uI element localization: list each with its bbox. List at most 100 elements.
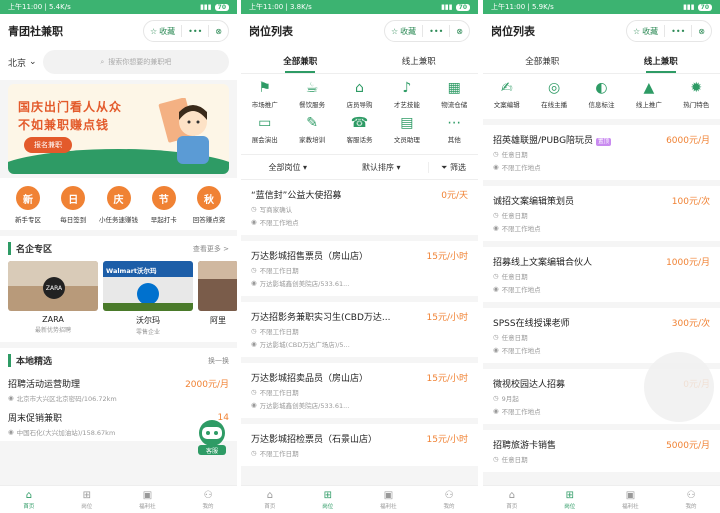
clock-icon: ◷: [493, 455, 499, 463]
customer-service-button[interactable]: 客服: [195, 418, 229, 456]
job-list: 招英雄联盟/PUBG陪玩员 置顶 6000元/月 ◷ 任意日期 ◉ 不限工作地点 诚招文案编…: [483, 125, 720, 478]
tab-all-jobs[interactable]: 全部兼职: [241, 48, 360, 73]
tab-welfare[interactable]: ▣ 福利社: [380, 490, 397, 510]
page-title: 青团社兼职: [8, 25, 63, 38]
banner-signup-button[interactable]: 报名兼职: [24, 137, 72, 153]
category-hot[interactable]: ✹ 热门特色: [673, 80, 720, 109]
job-row[interactable]: 万达影城招检票员（石景山店） 15元/小时 ◷ 不限工作日期: [241, 424, 478, 472]
category-store[interactable]: ⌂ 店员导购: [336, 80, 383, 109]
brand-card-zara[interactable]: ZARA ZARA 最新优势招聘: [8, 261, 98, 336]
job-row[interactable]: 招聘旅游卡销售 5000元/月 ◷ 任意日期: [483, 430, 720, 478]
page-title: 岗位列表: [491, 25, 535, 38]
category-show[interactable]: ▭ 展会演出: [241, 115, 288, 144]
filter-screen-button[interactable]: ⏷ 筛选: [428, 161, 478, 173]
job-title: 万达影城招售票员（房山店）: [251, 252, 369, 262]
category-tutor[interactable]: ✎ 家教培训: [288, 115, 335, 144]
category-anchor[interactable]: ◎ 在线主播: [530, 80, 577, 109]
brand-card-ali[interactable]: 阿里: [198, 261, 237, 336]
mini-program-capsule: ☆ 收藏 ••• ⊗: [625, 20, 712, 42]
category-copywriting[interactable]: ✍ 文案编辑: [483, 80, 530, 109]
tab-welfare[interactable]: ▣ 福利社: [139, 490, 156, 510]
category-logistics[interactable]: ▦ 物流仓储: [431, 80, 478, 109]
filter-sort[interactable]: 默认排序 ▾: [335, 162, 429, 173]
close-icon[interactable]: ⊗: [450, 21, 469, 41]
more-button[interactable]: •••: [182, 21, 208, 41]
category-other[interactable]: ⋯ 其他: [431, 115, 478, 144]
zara-logo: ZARA: [43, 277, 65, 299]
category-item[interactable]: 日每日签到: [51, 186, 95, 224]
tab-mine[interactable]: ⚇ 我的: [444, 490, 455, 510]
more-button[interactable]: •••: [665, 21, 691, 41]
job-row[interactable]: 招英雄联盟/PUBG陪玩员 置顶 6000元/月 ◷ 任意日期 ◉ 不限工作地点: [483, 125, 720, 186]
more-button[interactable]: •••: [423, 21, 449, 41]
category-food[interactable]: ☕ 餐饮服务: [288, 80, 335, 109]
job-row[interactable]: 招募线上文案编辑合伙人 1000元/月 ◷ 任意日期 ◉ 不限工作地点: [483, 247, 720, 308]
category-market[interactable]: ⚑ 市场推广: [241, 80, 288, 109]
category-item[interactable]: 庆小任务速赚钱: [97, 186, 141, 224]
tab-home[interactable]: ⌂ 首页: [23, 490, 34, 510]
tab-jobs[interactable]: ⊞ 岗位: [81, 490, 92, 510]
tab-all-jobs[interactable]: 全部兼职: [483, 48, 602, 73]
tab-welfare[interactable]: ▣ 福利社: [622, 490, 639, 510]
job-salary: 100元/次: [671, 197, 710, 207]
tab-online-jobs[interactable]: 线上兼职: [602, 48, 720, 73]
category-service[interactable]: ☎ 客服话务: [336, 115, 383, 144]
clock-icon: ◷: [251, 449, 257, 457]
label-icon: ◐: [595, 80, 608, 96]
signal-icon: ▮▮▮: [683, 3, 695, 11]
list-item[interactable]: 招聘活动运营助理 2000元/月 ◉ 北京市大兴区北京密码/106.72km: [0, 373, 237, 407]
brand-more-link[interactable]: 查看更多 >: [193, 244, 229, 254]
tab-jobs[interactable]: ⊞ 岗位: [322, 490, 333, 510]
collect-button[interactable]: ☆ 收藏: [144, 21, 181, 41]
status-time: 上午11:00: [8, 3, 43, 11]
collect-button[interactable]: ☆ 收藏: [627, 21, 664, 41]
bag-icon: ▣: [625, 489, 636, 501]
user-icon: ⚇: [444, 489, 454, 501]
job-row[interactable]: 万达影城招售票员（房山店） 15元/小时 ◷ 不限工作日期 ◉ 万达影城鑫创美院店/53…: [241, 241, 478, 302]
job-row[interactable]: 万达招影务兼职实习生(CBD万达... 15元/小时 ◷ 不限工作日期 ◉ 万达影城(C…: [241, 302, 478, 363]
category-label[interactable]: ◐ 信息标注: [578, 80, 625, 109]
close-icon[interactable]: ⊗: [209, 21, 228, 41]
brand-card-walmart[interactable]: Walmart沃尔玛 沃尔玛 零售企业: [103, 261, 193, 336]
category-item[interactable]: 新新手专区: [6, 186, 50, 224]
banner-illustration: [158, 98, 209, 164]
job-row[interactable]: “蓝信封”公益大使招募 0元/天 ◷ 写商家确认 ◉ 不限工作地点: [241, 180, 478, 241]
tab-home[interactable]: ⌂ 首页: [506, 490, 517, 510]
close-icon[interactable]: ⊗: [692, 21, 711, 41]
star-icon: ☆: [149, 26, 158, 36]
bag-icon: ▣: [142, 489, 153, 501]
job-title: 招聘旅游卡销售: [493, 441, 557, 451]
tab-jobs[interactable]: ⊞ 岗位: [564, 490, 575, 510]
search-input[interactable]: ⌕ 搜索你想要的兼职吧: [42, 50, 229, 74]
home-icon: ⌂: [25, 489, 33, 501]
job-salary: 15元/小时: [426, 313, 469, 323]
refresh-button[interactable]: 换一换: [208, 356, 229, 366]
filter-all-positions[interactable]: 全部岗位 ▾: [241, 162, 335, 173]
tab-home[interactable]: ⌂ 首页: [264, 490, 275, 510]
job-row[interactable]: 万达影城招卖品员（房山店） 15元/小时 ◷ 不限工作日期 ◉ 万达影城鑫创美院店/53…: [241, 363, 478, 424]
job-salary: 0元/天: [441, 191, 468, 201]
job-salary: 1000元/月: [666, 258, 710, 268]
tutor-icon: ✎: [306, 115, 318, 131]
category-doc[interactable]: ▤ 文员助理: [383, 115, 430, 144]
category-promo[interactable]: ▲ 线上推广: [625, 80, 672, 109]
category-item[interactable]: 秋回答赚点资: [187, 186, 231, 224]
category-talent[interactable]: ♪ 才艺技能: [383, 80, 430, 109]
location-icon: ◉: [251, 340, 257, 348]
floating-badge[interactable]: [644, 352, 714, 422]
tab-mine[interactable]: ⚇ 我的: [203, 490, 214, 510]
category-icon: 日: [61, 186, 86, 210]
job-row[interactable]: 诚招文案编辑策划员 100元/次 ◷ 任意日期 ◉ 不限工作地点: [483, 186, 720, 247]
category-item[interactable]: 节早起打卡: [142, 186, 186, 224]
market-icon: ⚑: [258, 80, 271, 96]
promo-icon: ▲: [643, 80, 655, 96]
collect-button[interactable]: ☆ 收藏: [385, 21, 422, 41]
city-selector[interactable]: 北京 ⌄: [8, 56, 37, 69]
bag-icon: ▣: [383, 489, 394, 501]
local-section-title: 本地精选: [8, 354, 52, 367]
tab-mine[interactable]: ⚇ 我的: [686, 490, 697, 510]
search-icon: ⌕: [100, 57, 105, 66]
promo-banner[interactable]: 国庆出门看人从众 不如兼职赚点钱 报名兼职: [8, 84, 229, 174]
tab-online-jobs[interactable]: 线上兼职: [360, 48, 479, 73]
home-icon: ⌂: [266, 489, 274, 501]
